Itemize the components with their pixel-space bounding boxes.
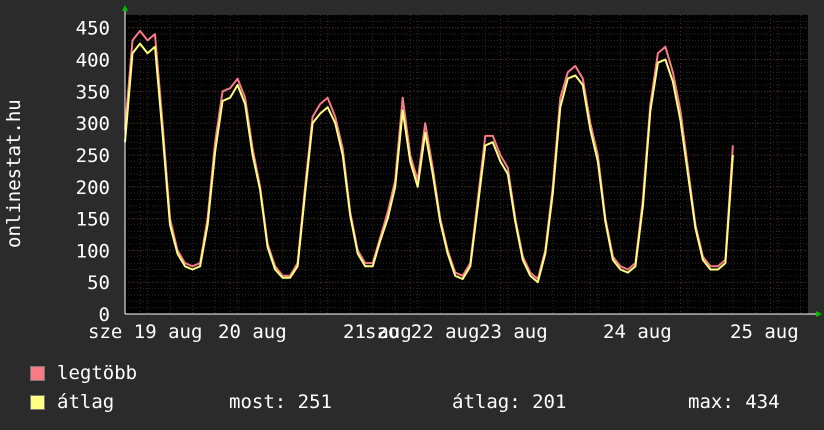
y-tick-label: 300 — [76, 113, 110, 135]
y-tick-label: 450 — [76, 18, 110, 40]
x-tick-label: sze 19 aug — [88, 321, 202, 343]
legend-swatch-legtobb — [30, 365, 45, 381]
x-tick-label: 23 aug — [479, 321, 548, 343]
x-tick-label: 20 aug — [218, 321, 287, 343]
y-tick-label: 200 — [76, 177, 110, 199]
legend-item-legtobb: legtöbb — [30, 362, 137, 384]
stat-most: most: 251 — [229, 391, 332, 413]
stat-max: max: 434 — [688, 391, 780, 413]
x-tick-label: szo 22 aug — [365, 321, 479, 343]
x-tick-label: 25 aug — [730, 321, 799, 343]
y-tick-label: 50 — [87, 272, 110, 294]
chart-root: 0 50 100 150 200 250 300 350 400 450 sze 19 aug 20 … — [0, 0, 824, 430]
y-tick-label: 250 — [76, 145, 110, 167]
y-tick-label: 100 — [76, 240, 110, 262]
x-axis-arrow — [816, 311, 822, 317]
stat-atlag: átlag: 201 — [452, 391, 567, 413]
y-axis-label: onlinestat.hu — [3, 99, 25, 248]
y-tick-label: 400 — [76, 50, 110, 72]
x-tick-label: 24 aug — [603, 321, 672, 343]
legend-swatch-atlag — [30, 394, 45, 410]
y-tick-label: 150 — [76, 209, 110, 231]
legend-label-atlag: átlag — [57, 391, 115, 413]
legend-label-legtobb: legtöbb — [57, 362, 138, 384]
legend-item-atlag: átlag — [30, 391, 114, 413]
y-tick-label: 350 — [76, 81, 110, 103]
y-axis-arrow — [122, 5, 128, 11]
